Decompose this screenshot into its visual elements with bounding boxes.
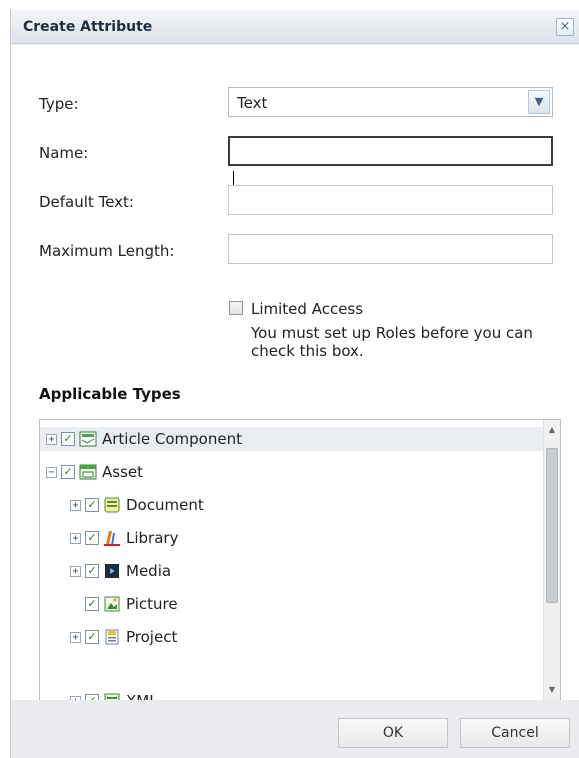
applicable-types-heading: Applicable Types xyxy=(39,385,181,403)
tree-checkbox[interactable]: ✓ xyxy=(85,564,99,578)
tree-checkbox[interactable]: ✓ xyxy=(85,597,99,611)
create-attribute-dialog: Create Attribute × Type: Text ▼ Name: De… xyxy=(10,10,579,758)
expand-icon[interactable]: + xyxy=(70,631,81,643)
tree-item-project[interactable]: + ✓ Project xyxy=(70,625,177,649)
tree-item-article-component[interactable]: + ✓ Article Component xyxy=(40,427,545,451)
tree-item-label: Asset xyxy=(102,463,144,481)
default-text-field[interactable] xyxy=(228,185,553,215)
tree-item-label: Library xyxy=(126,529,179,547)
picture-icon xyxy=(103,596,121,612)
tree-checkbox[interactable]: ✓ xyxy=(85,498,99,512)
project-icon xyxy=(103,629,121,645)
scroll-down-icon[interactable]: ▼ xyxy=(544,682,560,698)
expand-icon[interactable]: + xyxy=(70,565,81,577)
ok-button[interactable]: OK xyxy=(338,718,448,748)
limited-access-note: You must set up Roles before you can che… xyxy=(251,324,533,360)
applicable-types-tree: + ✓ Article Component − ✓ Asset + ✓ Docu… xyxy=(39,419,561,701)
type-select[interactable]: Text ▼ xyxy=(228,87,553,117)
tree-item-label: Media xyxy=(126,562,172,580)
close-icon: × xyxy=(559,19,571,34)
close-button[interactable]: × xyxy=(556,18,574,36)
tree-item-label: Picture xyxy=(126,595,178,613)
tree-item-asset[interactable]: − ✓ Asset xyxy=(40,460,143,484)
tree-checkbox[interactable]: ✓ xyxy=(85,630,99,644)
maximum-length-field[interactable] xyxy=(228,234,553,264)
type-select-value: Text xyxy=(237,94,268,112)
tree-checkbox[interactable]: ✓ xyxy=(61,432,75,446)
maximum-length-label: Maximum Length: xyxy=(39,242,175,260)
limited-access-label: Limited Access xyxy=(251,300,364,318)
media-icon xyxy=(103,563,121,579)
name-field[interactable] xyxy=(228,136,553,166)
tree-item-picture[interactable]: ✓ Picture xyxy=(85,592,178,616)
asset-icon xyxy=(79,464,97,480)
chevron-down-icon[interactable]: ▼ xyxy=(528,90,550,114)
type-label: Type: xyxy=(39,95,79,113)
scrollbar-thumb[interactable] xyxy=(546,448,558,603)
expand-icon[interactable]: + xyxy=(70,499,81,511)
dialog-title: Create Attribute xyxy=(23,19,153,35)
dialog-footer: OK Cancel xyxy=(11,700,579,758)
tree-scrollbar[interactable]: ▲ ▼ xyxy=(543,420,560,700)
default-text-label: Default Text: xyxy=(39,193,134,211)
collapse-icon[interactable]: − xyxy=(46,466,57,478)
tree-checkbox[interactable]: ✓ xyxy=(85,531,99,545)
tree-item-label: Document xyxy=(126,496,204,514)
tree-item-label: Project xyxy=(126,628,178,646)
tree-item-media[interactable]: + ✓ Media xyxy=(70,559,171,583)
library-icon xyxy=(103,530,121,546)
scroll-up-icon[interactable]: ▲ xyxy=(544,422,560,438)
article-component-icon xyxy=(79,431,97,447)
tree-item-document[interactable]: + ✓ Document xyxy=(70,493,204,517)
limited-access-checkbox[interactable] xyxy=(229,301,243,315)
document-icon xyxy=(103,497,121,513)
dialog-titlebar: Create Attribute × xyxy=(11,10,579,44)
name-label: Name: xyxy=(39,144,89,162)
expand-icon[interactable]: + xyxy=(46,433,57,445)
tree-checkbox[interactable]: ✓ xyxy=(61,465,75,479)
expand-icon[interactable]: + xyxy=(70,532,81,544)
tree-item-library[interactable]: + ✓ Library xyxy=(70,526,178,550)
cancel-button[interactable]: Cancel xyxy=(460,718,570,748)
tree-item-label: Article Component xyxy=(102,430,242,448)
dialog-body: Type: Text ▼ Name: Default Text: Maximum… xyxy=(11,45,579,701)
